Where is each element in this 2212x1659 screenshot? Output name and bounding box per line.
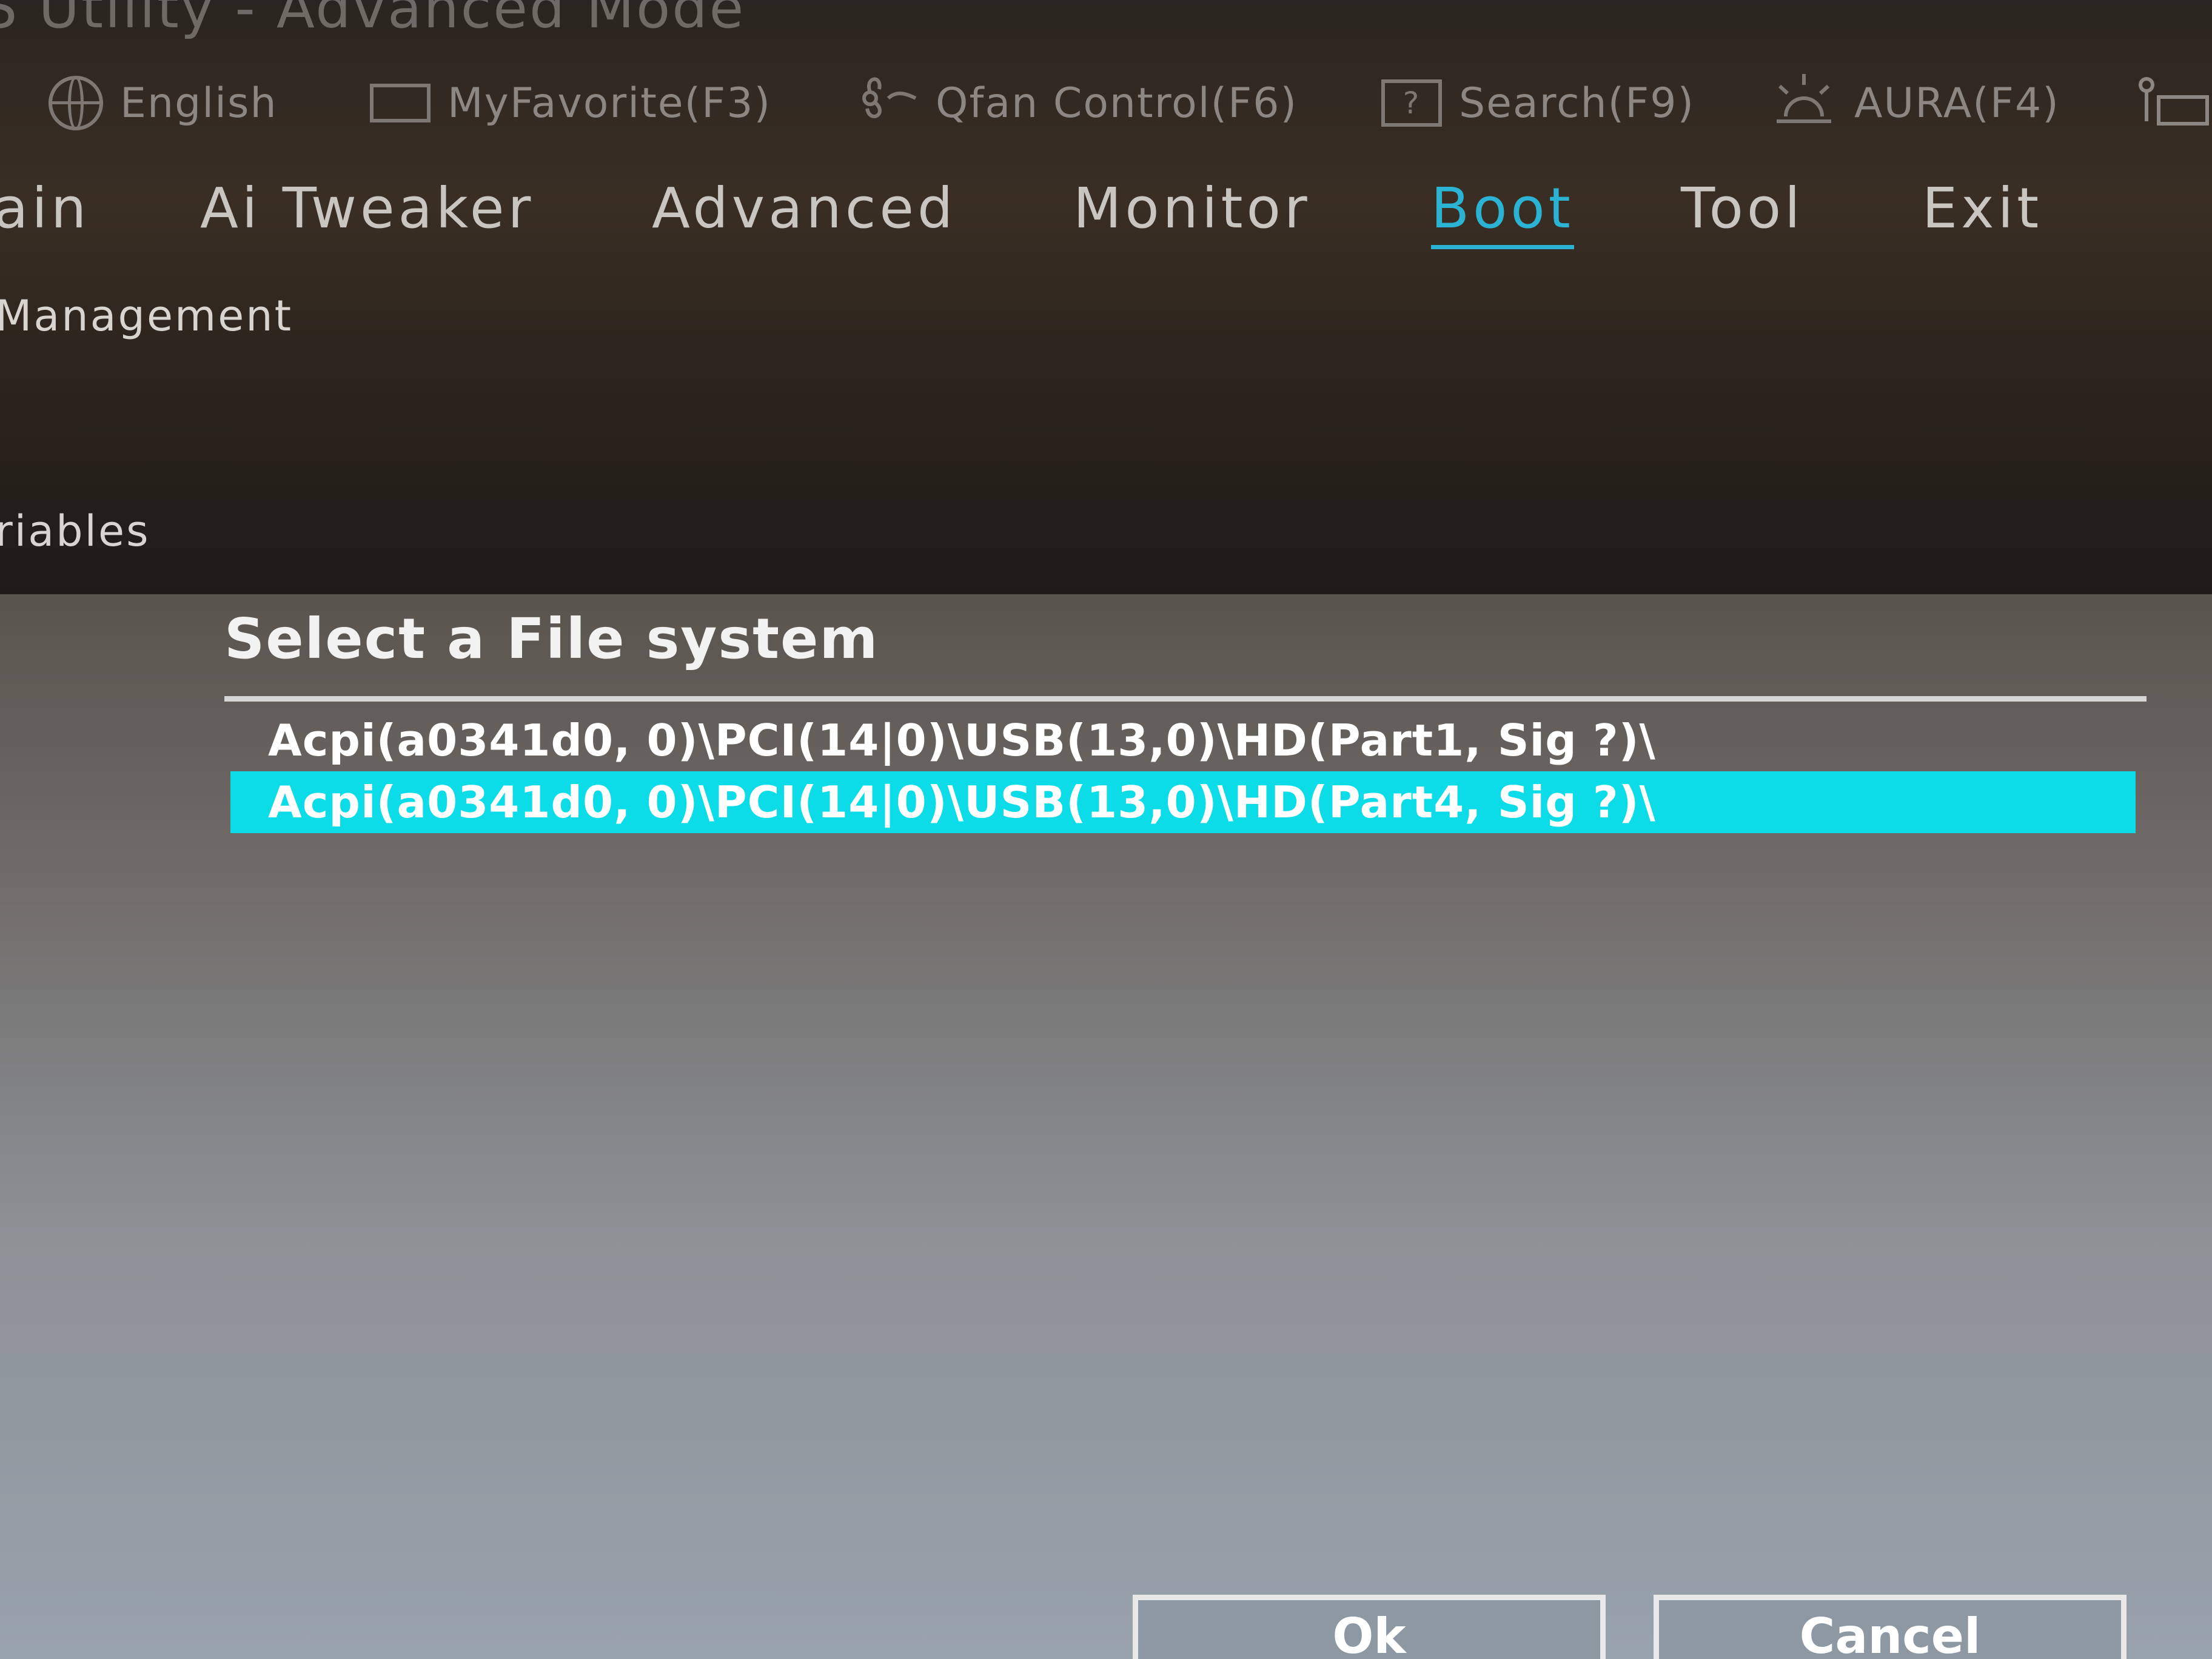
search-label: Search(F9) bbox=[1459, 79, 1695, 127]
fan-icon bbox=[852, 71, 919, 136]
extra-tool-icon[interactable] bbox=[2134, 67, 2212, 139]
sidebar-item-management[interactable]: Management bbox=[0, 291, 293, 341]
list-item-selected[interactable]: Acpi(a0341d0, 0)\PCI(14|0)\USB(13,0)\HD(… bbox=[230, 771, 2136, 833]
myfavorite-button[interactable]: MyFavorite(F3) bbox=[370, 67, 771, 139]
tab-monitor[interactable]: Monitor bbox=[1073, 176, 1311, 241]
aura-light-icon bbox=[1771, 68, 1837, 139]
utility-bar: English MyFavorite(F3) Qfan Control(F6) … bbox=[0, 67, 2212, 139]
aura-button[interactable]: AURA(F4) bbox=[1771, 67, 2060, 139]
language-button[interactable]: English bbox=[49, 67, 278, 139]
qfan-control-label: Qfan Control(F6) bbox=[936, 79, 1298, 127]
dialog-title: Select a File system bbox=[224, 606, 879, 671]
file-system-list: Acpi(a0341d0, 0)\PCI(14|0)\USB(13,0)\HD(… bbox=[230, 709, 2136, 833]
qfan-control-button[interactable]: Qfan Control(F6) bbox=[852, 67, 1298, 139]
favorite-icon bbox=[370, 84, 431, 122]
window-title: S Utility - Advanced Mode bbox=[0, 0, 746, 41]
main-menu: ain Ai Tweaker Advanced Monitor Boot Too… bbox=[0, 176, 2212, 273]
list-item[interactable]: Acpi(a0341d0, 0)\PCI(14|0)\USB(13,0)\HD(… bbox=[230, 709, 2136, 771]
dialog-divider bbox=[224, 696, 2147, 702]
myfavorite-label: MyFavorite(F3) bbox=[447, 79, 772, 127]
bios-screen: S Utility - Advanced Mode English MyFavo… bbox=[0, 0, 2212, 1659]
help-icon: ? bbox=[1381, 79, 1442, 127]
tab-tool[interactable]: Tool bbox=[1681, 176, 1804, 241]
file-system-dialog: Select a File system Acpi(a0341d0, 0)\PC… bbox=[0, 594, 2212, 1659]
aura-label: AURA(F4) bbox=[1854, 79, 2060, 127]
tab-boot[interactable]: Boot bbox=[1431, 176, 1574, 249]
tab-ai-tweaker[interactable]: Ai Tweaker bbox=[200, 176, 534, 241]
tab-exit[interactable]: Exit bbox=[1922, 176, 2042, 241]
globe-icon bbox=[49, 76, 103, 130]
language-label: English bbox=[120, 79, 278, 127]
ok-button[interactable]: Ok bbox=[1133, 1595, 1606, 1659]
search-button[interactable]: ? Search(F9) bbox=[1381, 67, 1695, 139]
tab-main[interactable]: ain bbox=[0, 176, 90, 241]
sidebar-item-variables[interactable]: riables bbox=[0, 506, 150, 556]
tab-advanced[interactable]: Advanced bbox=[652, 176, 956, 241]
cancel-button[interactable]: Cancel bbox=[1654, 1595, 2127, 1659]
